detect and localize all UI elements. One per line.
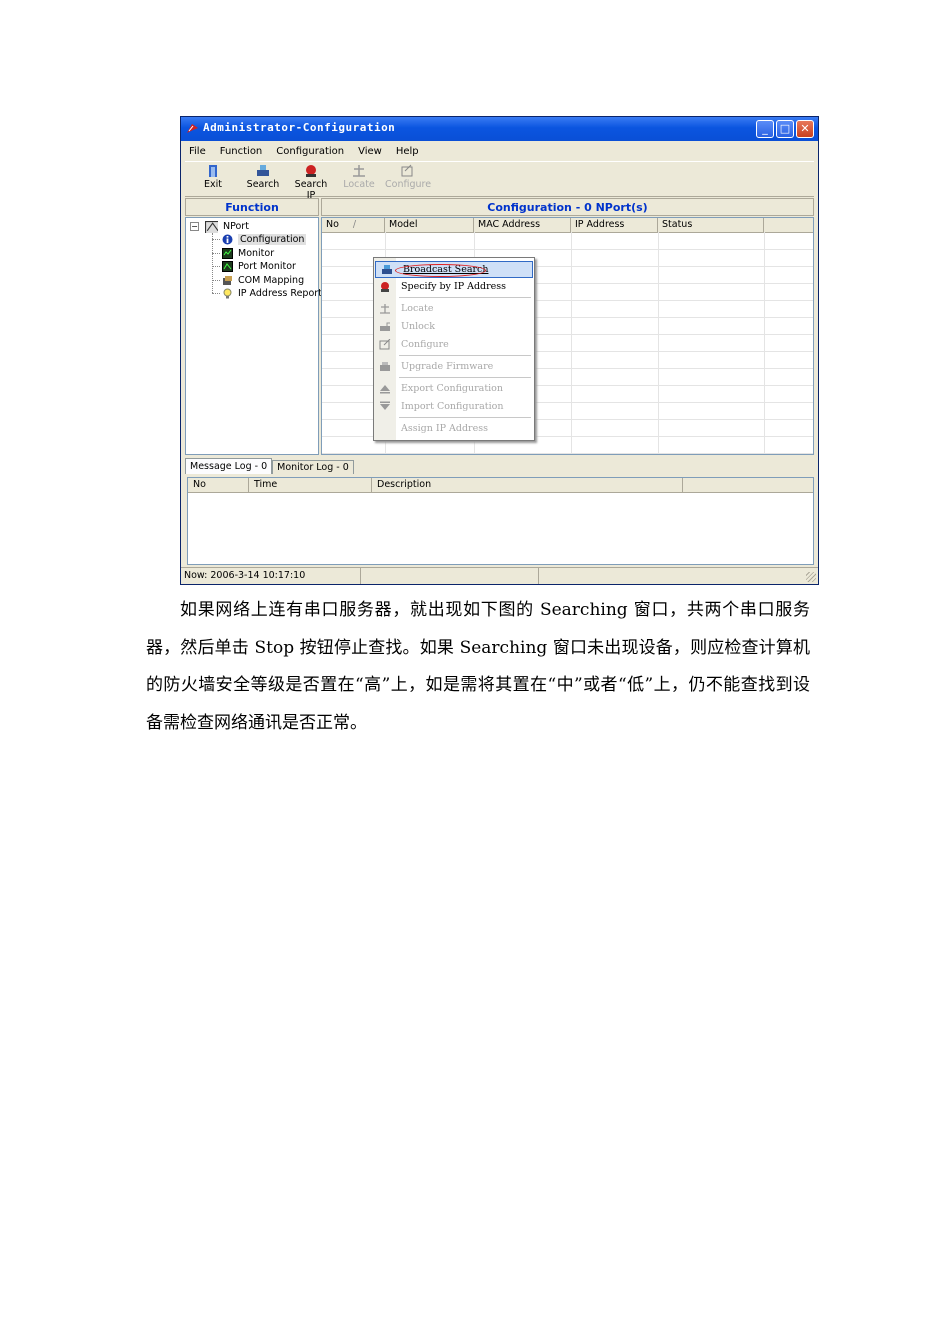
firmware-icon: [380, 362, 390, 371]
configure-icon: [401, 164, 413, 177]
table-header: No / Model MAC Address IP Address Status: [322, 218, 813, 233]
highlight-ring: [395, 264, 486, 277]
status-bar: Now: 2006-3-14 10:17:10: [181, 567, 818, 584]
import-icon: [380, 401, 390, 410]
log-col-description[interactable]: Description: [372, 478, 683, 492]
function-tree: − NPort Configuration Monitor Port Monit…: [185, 217, 322, 455]
menu-help[interactable]: Help: [394, 146, 421, 157]
col-no[interactable]: No /: [322, 218, 385, 232]
col-model[interactable]: Model: [385, 218, 474, 232]
menu-configuration[interactable]: Configuration: [274, 146, 346, 157]
port-monitor-icon: [222, 261, 233, 272]
status-time: Now: 2006-3-14 10:17:10: [181, 568, 361, 584]
locate-icon: [380, 304, 390, 314]
col-ip-address[interactable]: IP Address: [571, 218, 658, 232]
configuration-header: Configuration - 0 NPort(s): [321, 198, 814, 216]
tab-message-log[interactable]: Message Log - 0: [185, 458, 273, 474]
menu-item-locate[interactable]: Locate: [374, 300, 534, 317]
menu-function[interactable]: Function: [218, 146, 265, 157]
search-button[interactable]: Search: [241, 164, 285, 190]
com-mapping-icon: [223, 276, 232, 285]
menu-item-assign-ip-address[interactable]: Assign IP Address: [374, 420, 534, 437]
ip-icon: [381, 282, 389, 292]
status-panel-3: [539, 568, 818, 584]
assign-icon: [379, 423, 391, 434]
search-ip-button[interactable]: Search IP: [289, 164, 333, 201]
col-status[interactable]: Status: [658, 218, 764, 232]
locate-icon: [353, 165, 365, 177]
resize-grip[interactable]: [806, 572, 816, 582]
tree-item-port-monitor[interactable]: Port Monitor: [222, 260, 296, 273]
search-ip-icon: [306, 165, 316, 177]
tree-item-monitor[interactable]: Monitor: [222, 247, 274, 260]
menu-item-import-configuration[interactable]: Import Configuration: [374, 398, 534, 415]
locate-button[interactable]: Locate: [337, 164, 381, 190]
menu-item-upgrade-firmware[interactable]: Upgrade Firmware: [374, 358, 534, 375]
monitor-icon: [222, 248, 233, 259]
app-icon: [187, 124, 198, 133]
status-panel-2: [361, 568, 539, 584]
nport-icon: [205, 220, 218, 233]
info-icon: [222, 234, 233, 245]
menu-item-export-configuration[interactable]: Export Configuration: [374, 380, 534, 397]
menu-item-broadcast-search[interactable]: Broadcast Search: [375, 261, 533, 278]
log-header: No Time Description: [188, 478, 813, 493]
tab-monitor-log[interactable]: Monitor Log - 0: [272, 460, 354, 474]
tree-item-com-mapping[interactable]: COM Mapping: [222, 274, 304, 287]
menu-view[interactable]: View: [356, 146, 384, 157]
menu-bar: File Function Configuration View Help: [187, 143, 421, 159]
exit-button[interactable]: Exit: [191, 164, 235, 190]
context-menu: Broadcast Search Specify by IP Address L…: [373, 257, 535, 441]
menu-item-specify-by-ip[interactable]: Specify by IP Address: [374, 278, 534, 295]
tree-root-nport[interactable]: − NPort: [190, 220, 249, 233]
broadcast-icon: [382, 265, 392, 274]
admin-window: Administrator-Configuration _ □ ✕ File F…: [180, 116, 819, 585]
function-header: Function: [185, 198, 319, 216]
close-button[interactable]: ✕: [796, 120, 814, 138]
window-title: Administrator-Configuration: [203, 121, 396, 134]
col-mac-address[interactable]: MAC Address: [474, 218, 571, 232]
toolbar: Exit Search Search IP Locate Configure: [185, 161, 814, 201]
export-icon: [380, 385, 390, 394]
collapse-icon[interactable]: −: [190, 222, 199, 231]
search-icon: [257, 165, 269, 176]
log-tabs: Message Log - 0 Monitor Log - 0: [185, 458, 354, 474]
tree-item-configuration[interactable]: Configuration: [222, 233, 307, 246]
unlock-icon: [380, 322, 390, 331]
menu-file[interactable]: File: [187, 146, 208, 157]
log-col-time[interactable]: Time: [249, 478, 372, 492]
minimize-button[interactable]: _: [756, 120, 774, 138]
exit-icon: [209, 165, 217, 177]
tree-item-ip-address-report[interactable]: IP Address Report: [222, 287, 322, 300]
maximize-button[interactable]: □: [776, 120, 794, 138]
menu-item-unlock[interactable]: Unlock: [374, 318, 534, 335]
menu-item-configure[interactable]: Configure: [374, 336, 534, 353]
log-col-no[interactable]: No: [188, 478, 249, 492]
message-log-table: No Time Description: [187, 477, 814, 565]
configure-button[interactable]: Configure: [385, 164, 431, 190]
title-bar[interactable]: Administrator-Configuration _ □ ✕: [181, 117, 818, 141]
lightbulb-icon: [223, 288, 232, 299]
configure-icon: [379, 339, 391, 350]
body-paragraph: 如果网络上连有串口服务器，就出现如下图的 Searching 窗口，共两个串口服…: [146, 600, 810, 733]
